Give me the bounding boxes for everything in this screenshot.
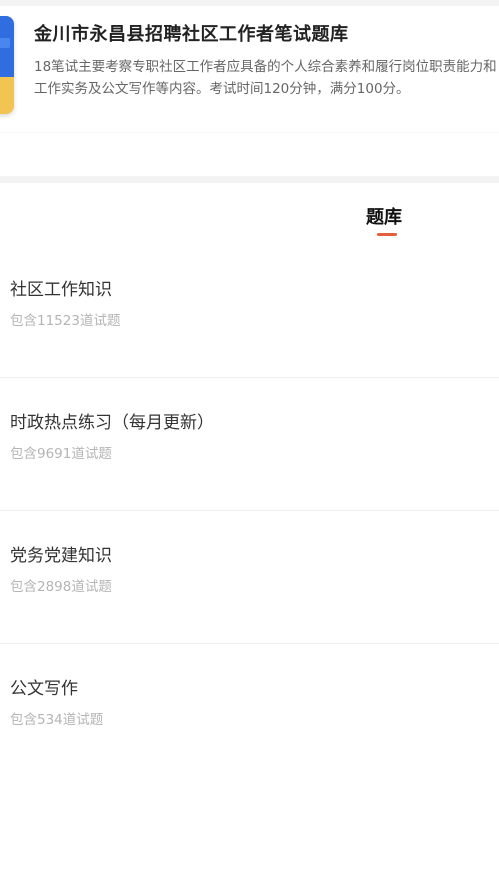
question-bank-list: 社区工作知识 包含11523道试题 时政热点练习（每月更新） 包含9691道试题…: [0, 245, 499, 777]
tab-bar: 题库: [0, 183, 499, 245]
bank-item-official-writing[interactable]: 公文写作 包含534道试题: [0, 644, 499, 777]
book-cover-icon: [0, 16, 14, 114]
bank-item-title: 时政热点练习（每月更新）: [10, 413, 214, 433]
exam-title: 金川市永昌县招聘社区工作者笔试题库: [34, 24, 349, 45]
bank-item-title: 党务党建知识: [10, 546, 112, 566]
tab-active-indicator: [377, 233, 397, 236]
bank-item-count: 包含9691道试题: [10, 446, 112, 462]
book-cover-band: [0, 38, 10, 48]
bank-item-party-building[interactable]: 党务党建知识 包含2898道试题: [0, 511, 499, 644]
exam-info-card: 金川市永昌县招聘社区工作者笔试题库 18笔试主要考察专职社区工作者应具备的个人综…: [0, 0, 499, 176]
bank-item-title: 社区工作知识: [10, 280, 112, 300]
bank-item-count: 包含11523道试题: [10, 313, 121, 329]
tab-question-bank[interactable]: 题库: [366, 203, 402, 229]
bank-item-community-work[interactable]: 社区工作知识 包含11523道试题: [0, 245, 499, 378]
divider: [0, 132, 499, 133]
bank-item-title: 公文写作: [10, 679, 78, 699]
exam-description: 18笔试主要考察专职社区工作者应具备的个人综合素养和履行岗位职责能力和工作实务及…: [34, 59, 497, 97]
bank-item-count: 包含2898道试题: [10, 579, 112, 595]
page: 金川市永昌县招聘社区工作者笔试题库 18笔试主要考察专职社区工作者应具备的个人综…: [0, 0, 499, 881]
bank-item-current-affairs[interactable]: 时政热点练习（每月更新） 包含9691道试题: [0, 378, 499, 511]
bank-item-count: 包含534道试题: [10, 712, 104, 728]
